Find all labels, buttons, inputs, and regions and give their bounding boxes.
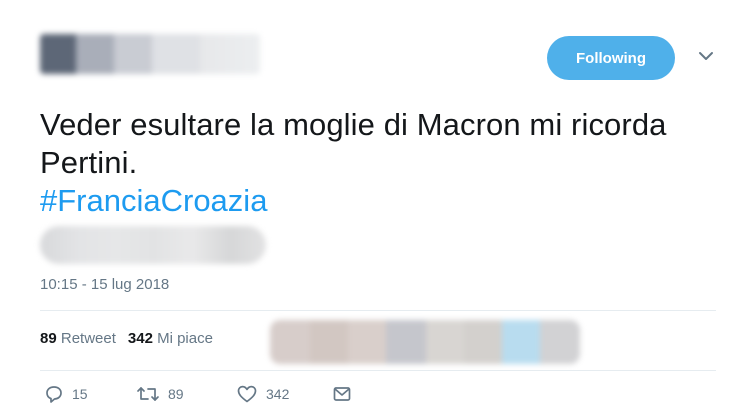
chevron-down-icon[interactable]: [696, 46, 716, 66]
retweet-icon: [136, 384, 160, 404]
tweet-text: Veder esultare la moglie di Macron mi ri…: [40, 107, 667, 180]
divider: [40, 310, 716, 311]
reply-button[interactable]: 15: [44, 384, 88, 404]
author-avatar-and-name-blurred[interactable]: [40, 34, 260, 74]
reply-icon: [44, 384, 64, 404]
tweet-stats: 89 Retweet 342 Mi piace: [40, 330, 213, 347]
envelope-icon: [332, 384, 352, 404]
divider: [40, 370, 716, 371]
retweets-count: 89: [40, 330, 57, 347]
retweets-label: Retweet: [60, 330, 116, 347]
likes-count: 342: [127, 330, 153, 347]
tweet-header: Following: [40, 34, 720, 82]
tweet-timestamp[interactable]: 10:15 - 15 lug 2018: [40, 276, 169, 293]
likes-stat[interactable]: 342 Mi piace: [128, 330, 213, 347]
heart-icon: [236, 384, 258, 404]
retweets-stat[interactable]: 89 Retweet: [40, 330, 116, 347]
direct-message-button[interactable]: [332, 384, 352, 404]
like-button[interactable]: 342: [236, 384, 289, 404]
retweet-count: 89: [168, 386, 184, 402]
blurred-content: [40, 226, 266, 264]
following-button[interactable]: Following: [547, 36, 675, 80]
tweet-actions: 15 89 342: [40, 384, 720, 408]
likes-label: Mi piace: [157, 330, 213, 347]
like-count: 342: [266, 386, 290, 402]
retweet-button[interactable]: 89: [136, 384, 184, 404]
liker-avatars-blurred[interactable]: [270, 320, 580, 364]
hashtag-link[interactable]: #FranciaCroazia: [40, 182, 267, 220]
reply-count: 15: [72, 386, 88, 402]
